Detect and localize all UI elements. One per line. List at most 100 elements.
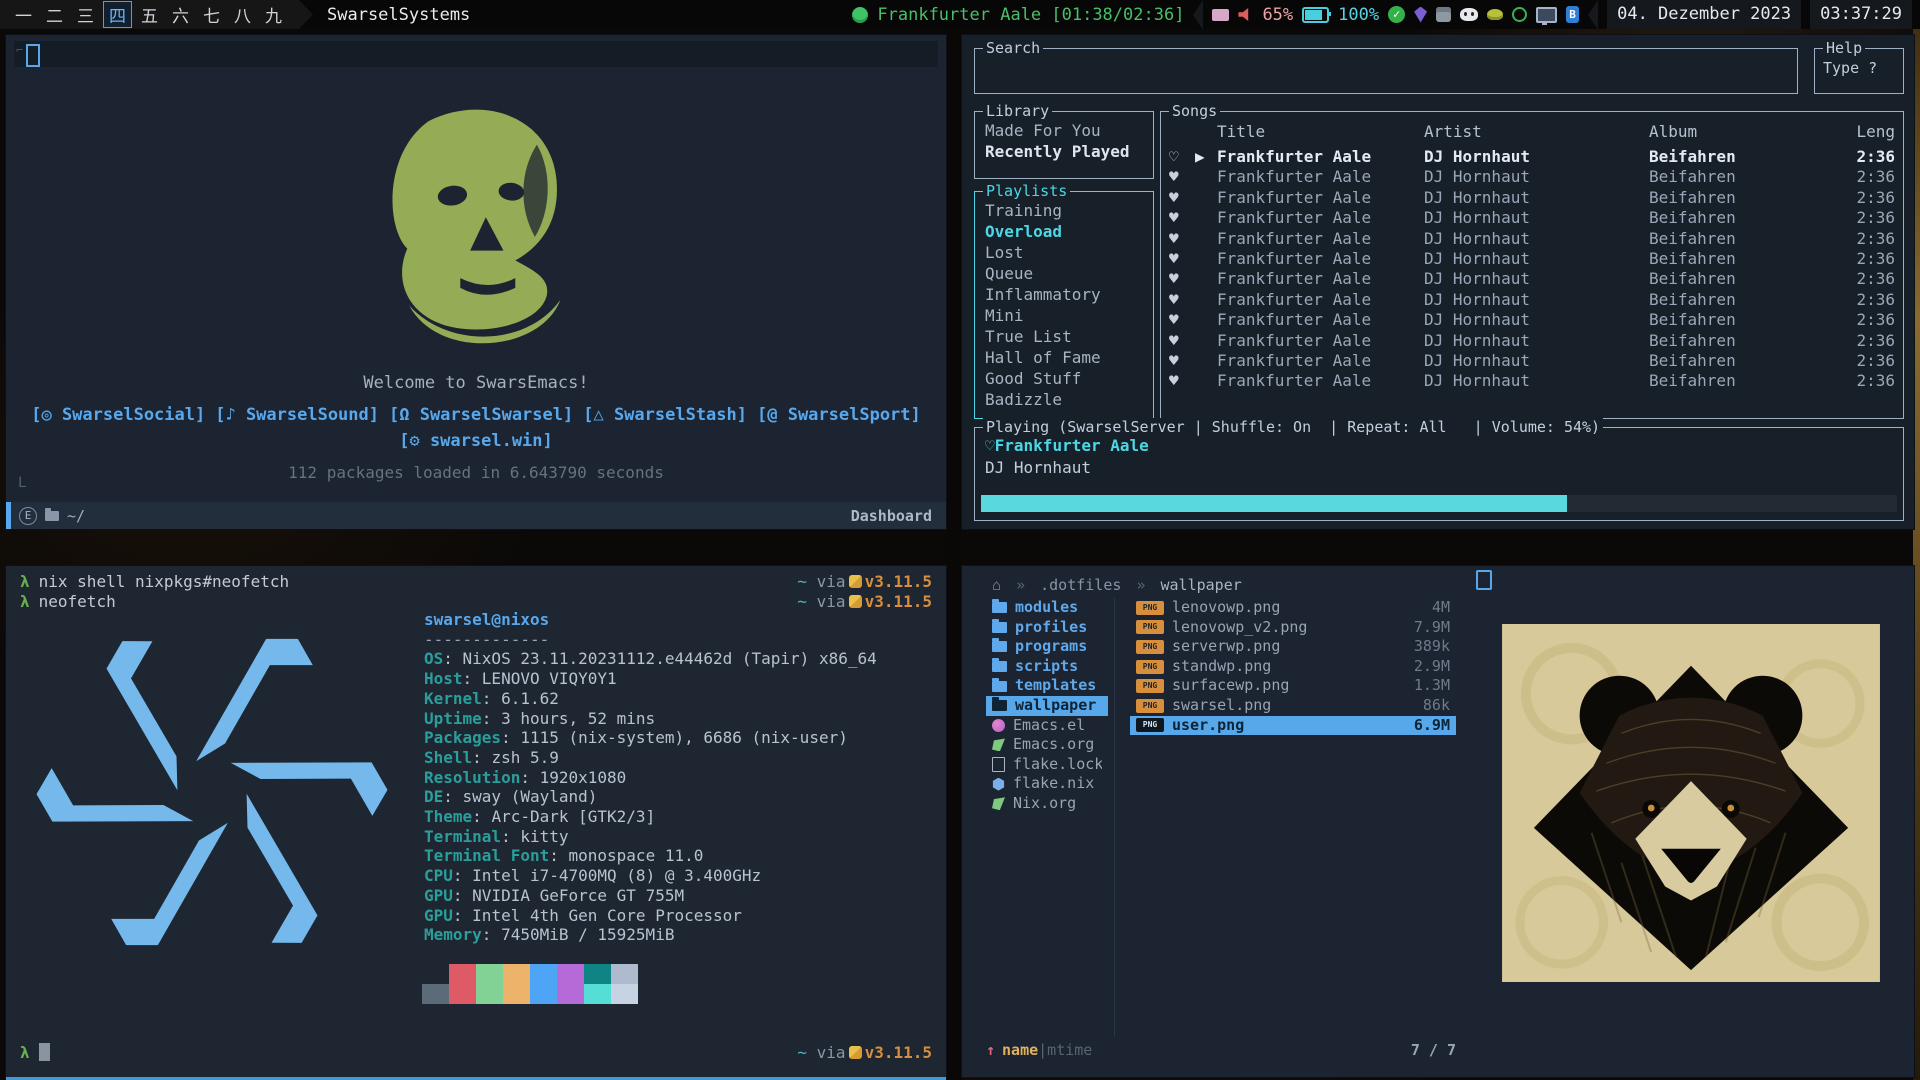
song-row[interactable]: ♥ Frankfurter Aale DJ Hornhaut Beifahren… — [1169, 310, 1895, 330]
search-box[interactable]: Search — [974, 48, 1798, 94]
file-row[interactable]: PNG lenovowp.png 4M — [1130, 598, 1456, 618]
favorite-heart-icon[interactable]: ♥ — [1169, 331, 1195, 351]
song-row[interactable]: ♥ Frankfurter Aale DJ Hornhaut Beifahren… — [1169, 290, 1895, 310]
file-row[interactable]: flake.nix — [986, 774, 1108, 794]
col-length[interactable]: Leng — [1833, 122, 1895, 141]
song-row[interactable]: ♥ Frankfurter Aale DJ Hornhaut Beifahren… — [1169, 351, 1895, 371]
volume-icon[interactable] — [1238, 8, 1253, 21]
playlist-item[interactable]: Good Stuff — [985, 368, 1153, 389]
workspace-button[interactable]: 九 — [260, 2, 287, 27]
favorite-heart-icon[interactable]: ♥ — [1169, 188, 1195, 208]
major-mode[interactable]: Dashboard — [851, 507, 932, 525]
file-row[interactable]: flake.lock — [986, 755, 1108, 775]
song-row[interactable]: ♥ Frankfurter Aale DJ Hornhaut Beifahren… — [1169, 208, 1895, 228]
favorite-heart-icon[interactable]: ♡ — [985, 436, 995, 455]
dashboard-button[interactable]: [Ω SwarselSwarsel] — [389, 405, 573, 425]
gem-icon[interactable] — [1414, 7, 1427, 23]
emacs-minibuffer[interactable]: ⌐ — [14, 41, 938, 67]
home-icon[interactable]: ⌂ — [992, 576, 1001, 594]
breadcrumb-leaf[interactable]: wallpaper — [1161, 576, 1242, 594]
dashboard-button[interactable]: [◎ SwarselSocial] — [31, 405, 205, 425]
dashboard-button[interactable]: [♪ SwarselSound] — [215, 405, 379, 425]
song-row[interactable]: ♥ Frankfurter Aale DJ Hornhaut Beifahren… — [1169, 188, 1895, 208]
file-row[interactable]: wallpaper — [986, 696, 1108, 716]
playlist-item[interactable]: Queue — [985, 263, 1153, 284]
col-album[interactable]: Album — [1649, 122, 1833, 141]
library-item[interactable]: Made For You — [985, 120, 1153, 141]
song-row[interactable]: ♥ Frankfurter Aale DJ Hornhaut Beifahren… — [1169, 167, 1895, 187]
sort-direction-icon[interactable]: ↑ — [986, 1041, 995, 1059]
progress-bar[interactable] — [981, 495, 1897, 512]
display-icon[interactable] — [1536, 7, 1557, 23]
file-row[interactable]: Emacs.org — [986, 735, 1108, 755]
file-row[interactable]: programs — [986, 637, 1108, 657]
dashboard-button[interactable]: [△ SwarselStash] — [583, 405, 747, 425]
keyboard-layout-icon[interactable] — [1212, 9, 1229, 21]
breadcrumb-parent[interactable]: .dotfiles — [1040, 576, 1121, 594]
file-row[interactable]: PNG lenovowp_v2.png 7.9M — [1130, 618, 1456, 638]
favorite-heart-icon[interactable]: ♥ — [1169, 351, 1195, 371]
favorite-heart-icon[interactable]: ♥ — [1169, 290, 1195, 310]
file-row[interactable]: templates — [986, 676, 1108, 696]
sort-key[interactable]: name — [1002, 1041, 1038, 1059]
song-row[interactable]: ♥ Frankfurter Aale DJ Hornhaut Beifahren… — [1169, 331, 1895, 351]
workspace-button[interactable]: 三 — [72, 2, 99, 27]
color-swatch — [530, 984, 557, 1004]
playlist-item[interactable]: Mini — [985, 305, 1153, 326]
terminal-window[interactable]: λnix shell nixpkgs#neofetch ~ viav3.11.5… — [6, 566, 946, 1080]
favorite-heart-icon[interactable]: ♥ — [1169, 167, 1195, 187]
now-playing-text[interactable]: Frankfurter Aale [01:38/02:36] — [877, 5, 1184, 25]
song-row[interactable]: ♡ ▶ Frankfurter Aale DJ Hornhaut Beifahr… — [1169, 147, 1895, 167]
playlist-item[interactable]: Overload — [985, 221, 1153, 242]
favorite-heart-icon[interactable]: ♥ — [1169, 269, 1195, 289]
song-row[interactable]: ♥ Frankfurter Aale DJ Hornhaut Beifahren… — [1169, 229, 1895, 249]
bluetooth-icon[interactable]: B — [1566, 6, 1579, 23]
discord-icon[interactable] — [1460, 8, 1478, 21]
file-row[interactable]: PNG surfacewp.png 1.3M — [1130, 676, 1456, 696]
check-icon[interactable]: ✓ — [1388, 6, 1405, 23]
favorite-heart-icon[interactable]: ♥ — [1169, 310, 1195, 330]
sort-alternative[interactable]: |mtime — [1038, 1041, 1092, 1059]
syncthing-icon[interactable] — [1512, 7, 1527, 22]
playlist-item[interactable]: Inflammatory — [985, 284, 1153, 305]
favorite-heart-icon[interactable]: ♡ — [1169, 147, 1195, 167]
library-item[interactable]: Recently Played — [985, 141, 1153, 162]
song-row[interactable]: ♥ Frankfurter Aale DJ Hornhaut Beifahren… — [1169, 269, 1895, 289]
col-artist[interactable]: Artist — [1424, 122, 1649, 141]
workspace-button[interactable]: 六 — [167, 2, 194, 27]
song-row[interactable]: ♥ Frankfurter Aale DJ Hornhaut Beifahren… — [1169, 371, 1895, 391]
file-row[interactable]: PNG swarsel.png 86k — [1130, 696, 1456, 716]
file-row[interactable]: PNG serverwp.png 389k — [1130, 637, 1456, 657]
favorite-heart-icon[interactable]: ♥ — [1169, 371, 1195, 391]
turtle-icon[interactable] — [1487, 9, 1503, 20]
file-row[interactable]: scripts — [986, 657, 1108, 677]
dashboard-button[interactable]: [@ SwarselSport] — [757, 405, 921, 425]
col-title[interactable]: Title — [1217, 122, 1424, 141]
file-row[interactable]: modules — [986, 598, 1108, 618]
shell-prompt-line[interactable]: λ ~ viav3.11.5 — [20, 1043, 932, 1063]
playlist-item[interactable]: Lost — [985, 242, 1153, 263]
playlist-item[interactable]: Training — [985, 200, 1153, 221]
package-icon[interactable] — [1436, 7, 1451, 22]
favorite-heart-icon[interactable]: ♥ — [1169, 249, 1195, 269]
workspace-button[interactable]: 二 — [41, 2, 68, 27]
file-row[interactable]: PNG standwp.png 2.9M — [1130, 657, 1456, 677]
workspace-button[interactable]: 八 — [229, 2, 256, 27]
workspace-button[interactable]: 一 — [10, 2, 37, 27]
playlist-item[interactable]: True List — [985, 326, 1153, 347]
file-row[interactable]: Nix.org — [986, 794, 1108, 814]
song-row[interactable]: ♥ Frankfurter Aale DJ Hornhaut Beifahren… — [1169, 249, 1895, 269]
workspace-button[interactable]: 七 — [198, 2, 225, 27]
playlist-item[interactable]: Badizzle — [985, 389, 1153, 410]
favorite-heart-icon[interactable]: ♥ — [1169, 229, 1195, 249]
file-row[interactable]: profiles — [986, 618, 1108, 638]
playlist-item[interactable]: Hall of Fame — [985, 347, 1153, 368]
workspace-button[interactable]: 四 — [103, 1, 132, 28]
file-row[interactable]: Emacs.el — [986, 716, 1108, 736]
file-icon: PNG — [1136, 679, 1164, 693]
workspace-button[interactable]: 五 — [136, 2, 163, 27]
spotify-icon[interactable] — [852, 7, 868, 23]
file-row[interactable]: PNG user.png 6.9M — [1130, 716, 1456, 736]
swarsel-win-link[interactable]: [⚙ swarsel.win] — [399, 431, 553, 451]
favorite-heart-icon[interactable]: ♥ — [1169, 208, 1195, 228]
